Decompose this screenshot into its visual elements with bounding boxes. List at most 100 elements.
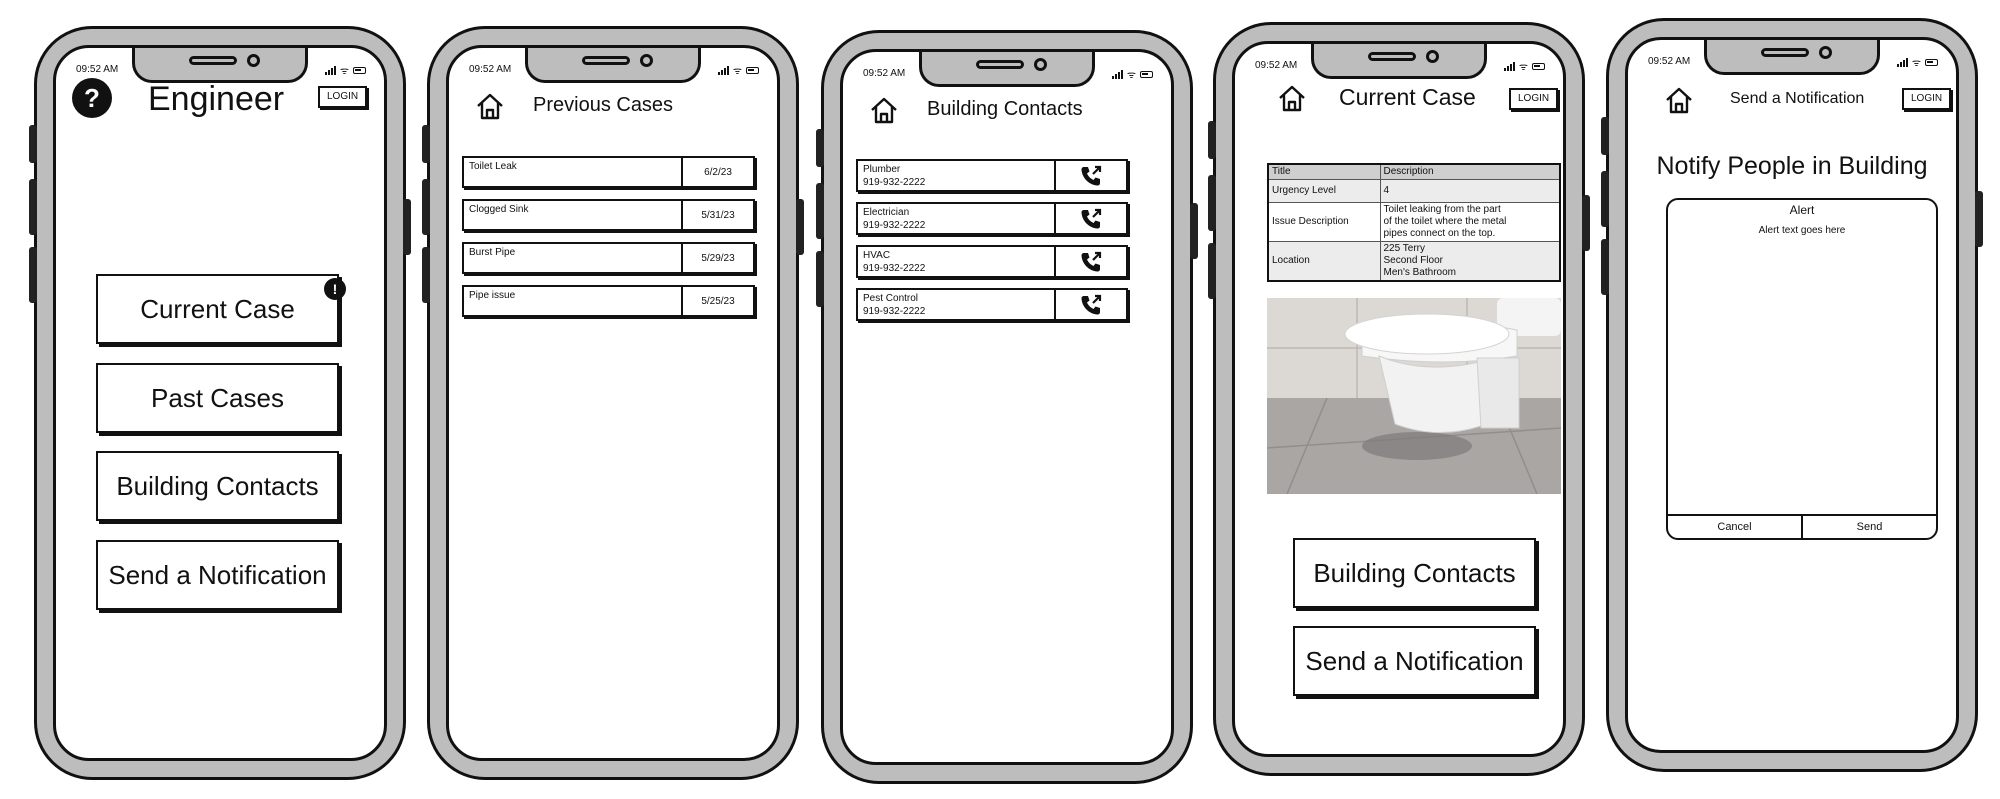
status-time: 09:52 AM [1255, 60, 1298, 71]
notch [1311, 44, 1487, 79]
screen: 09:52 AM ᯤ Current Case LOGIN Title Desc… [1232, 41, 1566, 757]
mute-switch [1601, 239, 1609, 295]
table-key: Location [1267, 241, 1381, 282]
current-case-button[interactable]: Current Case [96, 274, 339, 344]
notch [132, 48, 308, 83]
notch [1704, 40, 1880, 75]
contact-name: Electrician [863, 207, 910, 218]
page-title: Engineer [148, 80, 285, 118]
cancel-button[interactable]: Cancel [1668, 516, 1803, 538]
page-title: Current Case [1339, 84, 1476, 110]
case-row[interactable]: Pipe issue 5/25/23 [462, 285, 755, 317]
volume-down-button [29, 179, 37, 235]
past-cases-button[interactable]: Past Cases [96, 363, 339, 433]
volume-up-button [1208, 121, 1216, 159]
table-value: 225 Terry Second Floor Men's Bathroom [1379, 241, 1561, 282]
case-row[interactable]: Burst Pipe 5/29/23 [462, 242, 755, 274]
contact-phone: 919-932-2222 [863, 306, 926, 317]
contact-name: Pest Control [863, 293, 919, 304]
case-date: 5/31/23 [681, 201, 753, 229]
screen: 09:52 AM ᯤ Building Contacts Plumber 919-… [840, 49, 1174, 765]
phone-call-icon [1081, 165, 1102, 185]
contact-info: Plumber 919-932-2222 [863, 163, 925, 189]
case-title: Toilet Leak [469, 161, 517, 172]
toilet-leak-photo [1267, 298, 1561, 494]
case-title: Clogged Sink [469, 204, 529, 215]
call-button[interactable] [1054, 204, 1126, 233]
status-icons: ᯤ [1112, 67, 1153, 81]
home-icon[interactable] [1664, 86, 1694, 114]
table-key: Issue Description [1267, 202, 1381, 242]
status-icons: ᯤ [1504, 59, 1545, 73]
call-button[interactable] [1054, 247, 1126, 276]
status-time: 09:52 AM [76, 64, 119, 75]
login-button[interactable]: LOGIN [318, 86, 368, 108]
login-button[interactable]: LOGIN [1509, 88, 1559, 110]
status-time: 09:52 AM [469, 64, 512, 75]
power-button [1975, 191, 1983, 247]
table-value: 4 [1379, 179, 1561, 203]
power-button [1582, 195, 1590, 251]
contact-info: Electrician 919-932-2222 [863, 206, 925, 232]
contact-phone: 919-932-2222 [863, 263, 926, 274]
phone-previous-cases: 09:52 AM ᯤ Previous Cases Toilet Leak 6/… [422, 26, 804, 780]
alert-actions: Cancel Send [1668, 514, 1936, 538]
alert-title: Alert [1789, 203, 1815, 217]
status-time: 09:52 AM [863, 68, 906, 79]
alert-badge-icon: ! [324, 278, 346, 300]
status-icons: ᯤ [1897, 55, 1938, 69]
contact-info: HVAC 919-932-2222 [863, 249, 925, 275]
screen: 09:52 AM ᯤ Send a Notification LOGIN Not… [1625, 37, 1959, 753]
power-button [796, 199, 804, 255]
phone-current-case: 09:52 AM ᯤ Current Case LOGIN Title Desc… [1208, 22, 1590, 776]
phone-call-icon [1081, 208, 1102, 228]
help-icon[interactable]: ? [72, 78, 112, 118]
home-icon[interactable] [869, 96, 899, 124]
table-header-cell: Title [1267, 163, 1381, 180]
table-value: Toilet leaking from the part of the toile… [1379, 202, 1561, 242]
alert-text-input[interactable]: Alert text goes here [1668, 225, 1936, 236]
volume-down-button [422, 179, 430, 235]
page-title: Send a Notification [1730, 90, 1865, 107]
case-details-table: Title Description Urgency Level 4 Issue … [1267, 163, 1561, 282]
mute-switch [29, 247, 37, 303]
case-date: 6/2/23 [681, 158, 753, 186]
volume-up-button [816, 129, 824, 167]
volume-down-button [1208, 175, 1216, 231]
contact-info: Pest Control 919-932-2222 [863, 292, 925, 318]
call-button[interactable] [1054, 161, 1126, 190]
volume-up-button [29, 125, 37, 163]
alert-dialog: Alert Alert text goes here Cancel Send [1666, 198, 1938, 540]
contact-row: Electrician 919-932-2222 [856, 202, 1128, 235]
send-notification-button[interactable]: Send a Notification [1293, 626, 1536, 696]
home-icon[interactable] [475, 92, 505, 120]
status-icons: ᯤ [325, 63, 366, 77]
table-row: Urgency Level 4 [1267, 179, 1561, 203]
notch [919, 52, 1095, 87]
building-contacts-button[interactable]: Building Contacts [96, 451, 339, 521]
case-row[interactable]: Toilet Leak 6/2/23 [462, 156, 755, 188]
table-row: Location 225 Terry Second Floor Men's Bath… [1267, 241, 1561, 282]
case-date: 5/25/23 [681, 287, 753, 315]
send-button[interactable]: Send [1803, 516, 1936, 538]
home-icon[interactable] [1277, 84, 1307, 112]
power-button [1190, 203, 1198, 259]
mute-switch [422, 247, 430, 303]
table-header-cell: Description [1379, 163, 1561, 180]
case-row[interactable]: Clogged Sink 5/31/23 [462, 199, 755, 231]
table-row: Issue Description Toilet leaking from th… [1267, 202, 1561, 242]
page-title: Building Contacts [927, 98, 1083, 120]
page-title: Previous Cases [533, 94, 674, 116]
login-button[interactable]: LOGIN [1902, 88, 1952, 110]
contact-row: Pest Control 919-932-2222 [856, 288, 1128, 321]
screen: 09:52 AM ᯤ Previous Cases Toilet Leak 6/… [446, 45, 780, 761]
phone-send-notification: 09:52 AM ᯤ Send a Notification LOGIN Not… [1601, 18, 1983, 772]
notch [525, 48, 701, 83]
send-notification-button[interactable]: Send a Notification [96, 540, 339, 610]
building-contacts-button[interactable]: Building Contacts [1293, 538, 1536, 608]
phone-call-icon [1081, 294, 1102, 314]
contact-phone: 919-932-2222 [863, 177, 926, 188]
call-button[interactable] [1054, 290, 1126, 319]
volume-down-button [1601, 171, 1609, 227]
case-date: 5/29/23 [681, 244, 753, 272]
